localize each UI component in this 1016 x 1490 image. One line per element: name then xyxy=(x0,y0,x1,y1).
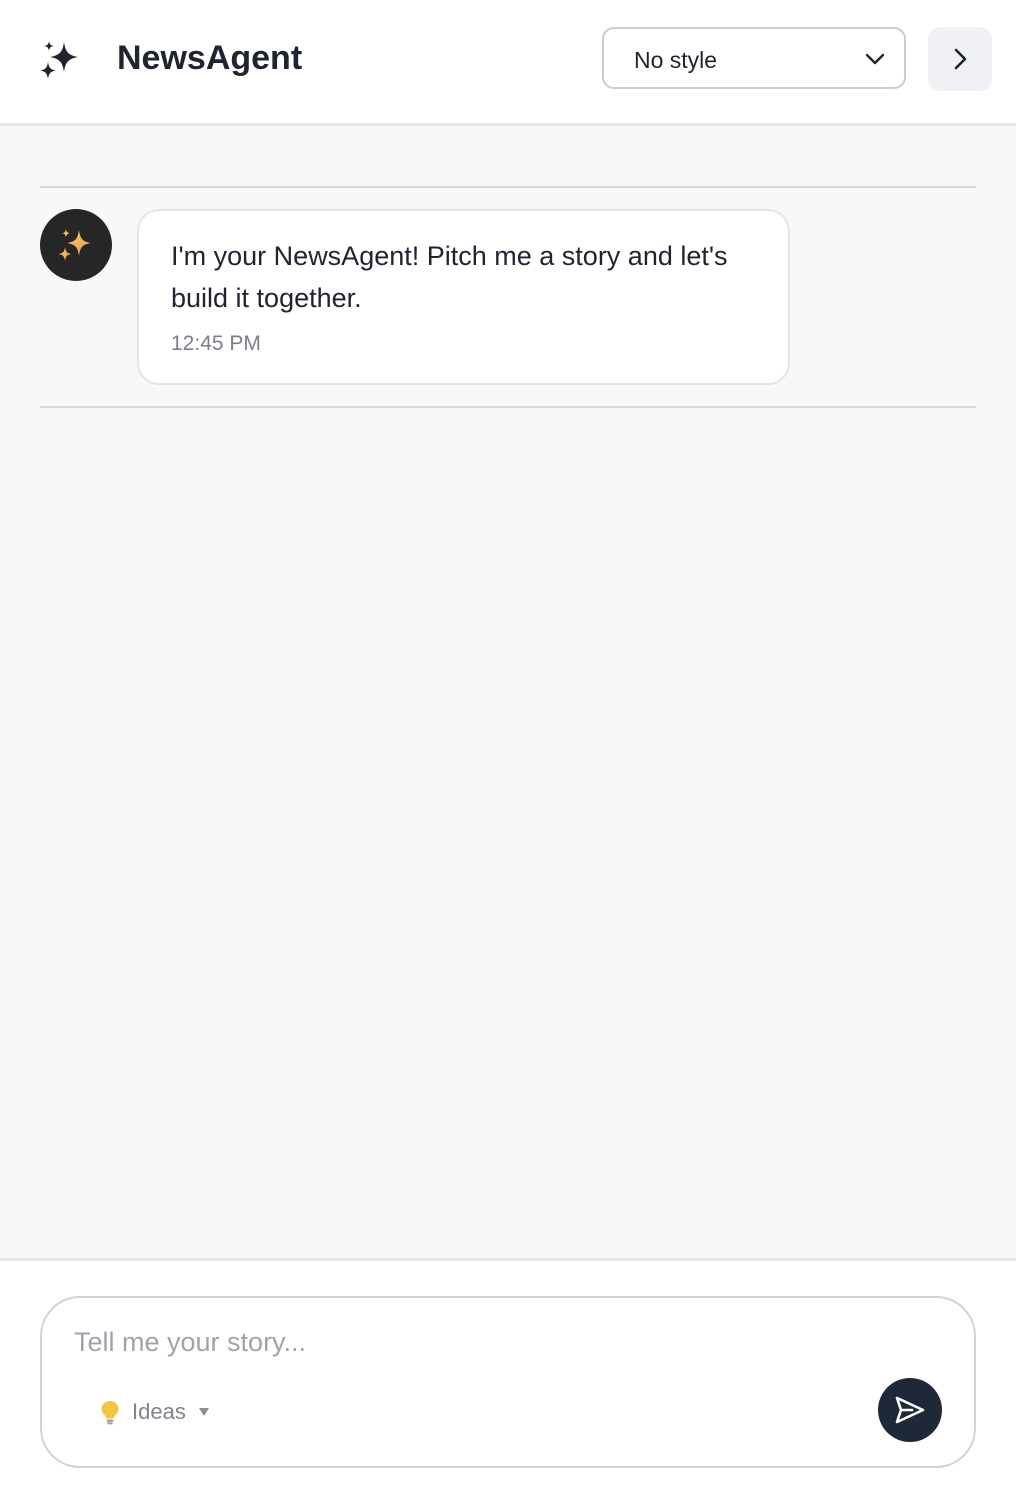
story-input[interactable] xyxy=(74,1320,854,1364)
panel-toggle-button[interactable] xyxy=(928,27,992,91)
app-title: NewsAgent xyxy=(117,39,303,77)
composer-footer: Ideas xyxy=(0,1258,1016,1490)
message-text: I'm your NewsAgent! Pitch me a story and… xyxy=(171,241,728,313)
sparkles-icon xyxy=(58,229,91,261)
caret-down-icon xyxy=(199,1408,209,1416)
lightbulb-icon xyxy=(101,1401,119,1425)
style-select-value: No style xyxy=(634,47,718,73)
composer: Ideas xyxy=(40,1296,976,1468)
chevron-down-icon xyxy=(865,53,885,65)
chevron-right-icon xyxy=(954,48,967,70)
ideas-label: Ideas xyxy=(132,1399,186,1424)
agent-message-bubble: I'm your NewsAgent! Pitch me a story and… xyxy=(137,209,790,385)
message-divider-top xyxy=(40,186,976,188)
app-header: NewsAgent No style xyxy=(0,0,1016,126)
sparkles-icon xyxy=(40,41,78,79)
send-icon xyxy=(895,1396,925,1424)
agent-avatar xyxy=(40,209,112,281)
message-divider-bottom xyxy=(40,406,976,408)
style-select[interactable]: No style xyxy=(602,27,906,89)
message-timestamp: 12:45 PM xyxy=(171,332,261,355)
send-button[interactable] xyxy=(878,1378,942,1442)
chat-area: I'm your NewsAgent! Pitch me a story and… xyxy=(0,126,1016,1258)
